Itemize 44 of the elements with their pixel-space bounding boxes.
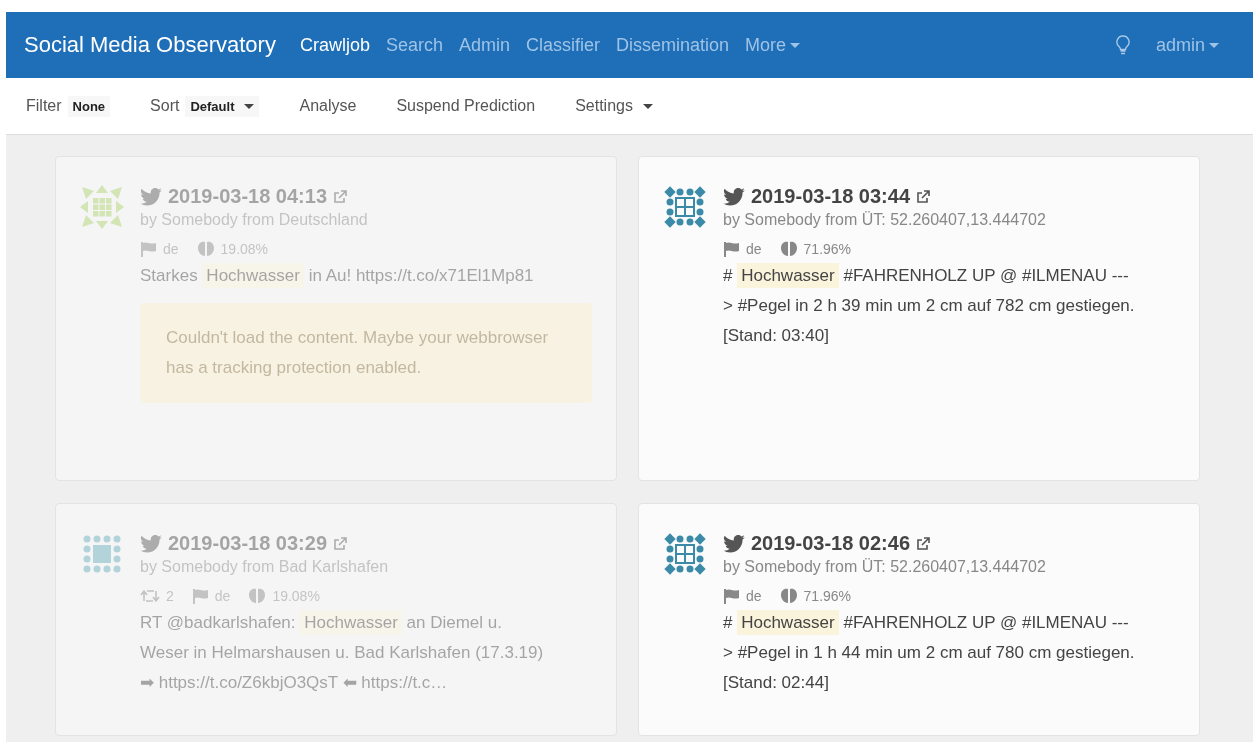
bird-icon — [140, 534, 162, 553]
toolbar-dropdown[interactable]: None — [67, 95, 111, 117]
brain-icon — [248, 588, 267, 604]
lightbulb-icon[interactable] — [1115, 35, 1130, 55]
prediction-score: 71.96% — [803, 588, 852, 604]
language-label: de — [746, 588, 762, 604]
post-text: Starkes Hochwasser in Au! https://t.co/x71El1Mp81 — [140, 261, 592, 291]
retweet-icon — [140, 589, 160, 603]
toolbar-dropdown[interactable]: Default — [185, 95, 260, 117]
nav-link[interactable]: Search — [385, 34, 443, 56]
brain-icon — [779, 241, 798, 257]
nav-link[interactable]: Crawljob — [299, 34, 370, 56]
post-text: # Hochwasser #FAHRENHOLZ UP @ #ILMENAU ---> #Pegel in 1 h 44 min um 2 cm auf 780 cm gestiegen. [Stand: 02:44] — [723, 608, 1175, 698]
brand-title[interactable]: Social Media Observatory — [24, 32, 276, 58]
toolbar-label: Filter — [26, 97, 62, 115]
bird-icon — [140, 187, 162, 206]
flag-icon — [140, 241, 157, 257]
flag-icon — [191, 588, 209, 604]
post-time[interactable]: 2019-03-18 03:44 — [751, 185, 910, 208]
post-author: by Somebody from ÜT: 52.260407,13.444702 — [723, 211, 1047, 229]
flag-icon — [723, 588, 740, 604]
post-text: RT @badkarlshafen: Hochwasser an Diemel u. Weser in Helmarshausen u. Bad Karlshafen (17.3.19) ➡ https://t.co/Z6kbjO3QsT ⬅ https://t.c… — [140, 608, 592, 698]
warning-alert: Couldn't load the content. Maybe your webbrowser has a tracking protection enabled. — [140, 303, 592, 403]
post-time[interactable]: 2019-03-18 02:46 — [751, 532, 910, 555]
bird-icon — [723, 534, 745, 553]
post-text: # Hochwasser #FAHRENHOLZ UP @ #ILMENAU ---> #Pegel in 2 h 39 min um 2 cm auf 782 cm gestiegen. [Stand: 03:40] — [723, 261, 1175, 351]
user-menu[interactable]: admin — [1155, 34, 1219, 56]
post-author: by Somebody from ÜT: 52.260407,13.444702 — [723, 558, 1047, 576]
language-label: de — [746, 241, 762, 257]
prediction-score: 71.96% — [803, 241, 852, 257]
nav-link[interactable]: Admin — [458, 34, 510, 56]
flag-icon — [723, 241, 740, 257]
nav-link[interactable]: More — [745, 34, 801, 56]
brain-icon — [196, 241, 215, 257]
toolbar-button[interactable]: Settings — [575, 97, 653, 115]
toolbar-button[interactable]: Suspend Prediction — [396, 97, 536, 115]
nav-link[interactable]: Dissemination — [616, 34, 730, 56]
external-link-icon[interactable] — [916, 189, 930, 204]
toolbar-label: Sort — [150, 97, 180, 115]
bird-icon — [723, 187, 745, 206]
nav-link[interactable]: Classifier — [526, 34, 600, 56]
toolbar-button[interactable]: Analyse — [299, 97, 357, 115]
brain-icon — [779, 588, 798, 604]
external-link-icon[interactable] — [916, 536, 930, 551]
